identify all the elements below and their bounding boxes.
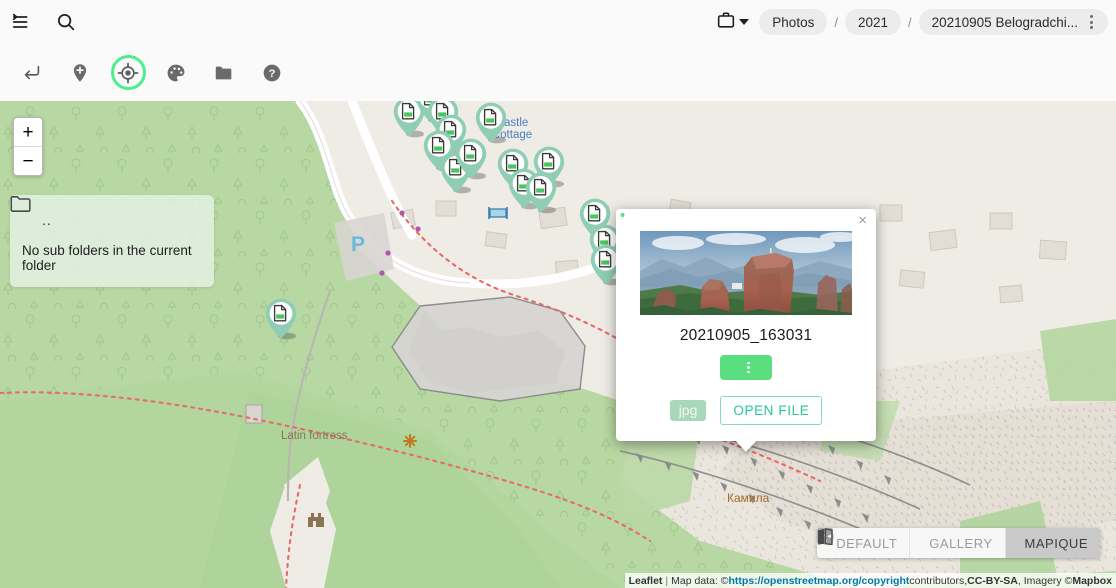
back-icon[interactable] — [8, 49, 56, 97]
svg-text:?: ? — [269, 68, 276, 80]
attribution-imagery[interactable]: Mapbox — [1072, 575, 1112, 587]
open-file-button[interactable]: OPEN FILE — [720, 396, 822, 425]
popup-actions: jpg OPEN FILE — [630, 396, 862, 425]
layer-button-label: DEFAULT — [836, 536, 897, 551]
top-bar: Photos / 2021 / 20210905 Belogradchi... — [0, 0, 1116, 44]
top-bar-left — [0, 0, 88, 44]
close-icon[interactable]: × — [858, 213, 867, 228]
search-icon[interactable] — [44, 0, 88, 44]
app-root: Photos / 2021 / 20210905 Belogradchi... — [0, 0, 1116, 588]
map-attribution: Leaflet | Map data: © https://openstreet… — [625, 573, 1116, 588]
photo-marker[interactable] — [262, 297, 300, 341]
svg-text:P: P — [351, 233, 365, 256]
case-selector[interactable] — [716, 10, 749, 35]
photo-marker[interactable] — [452, 137, 490, 181]
add-location-icon[interactable] — [56, 49, 104, 97]
layer-button-gallery[interactable]: GALLERY — [910, 528, 1005, 558]
zoom-in-button[interactable]: + — [14, 118, 42, 147]
attribution-contributors: contributors, — [909, 575, 967, 587]
breadcrumb-separator: / — [827, 15, 845, 30]
zoom-out-button[interactable]: − — [14, 147, 42, 175]
layer-button-label: GALLERY — [929, 536, 992, 551]
map-toolbar: ? — [0, 44, 1116, 101]
map-canvas[interactable]: P Castle Cottage Latin fortress Камила — [0, 101, 1116, 588]
layer-button-mapique[interactable]: MAPIQUE — [1006, 528, 1100, 558]
help-icon[interactable]: ? — [248, 49, 296, 97]
breadcrumb-label: Photos — [772, 15, 814, 30]
attribution-pipe: | — [662, 575, 671, 587]
folder-up-item[interactable]: .. — [22, 205, 202, 235]
breadcrumb-label: 2021 — [858, 15, 888, 30]
attribution-imagery-prefix: , Imagery © — [1018, 575, 1072, 587]
breadcrumb-item-photos[interactable]: Photos — [759, 9, 827, 35]
photo-popup: × — [616, 209, 876, 441]
photo-thumbnail[interactable] — [640, 231, 852, 315]
chevron-down-icon — [739, 19, 749, 25]
layer-button-label: MAPIQUE — [1025, 536, 1088, 551]
attribution-mapdata: Map data: © — [671, 575, 728, 587]
attribution-license[interactable]: CC-BY-SA — [967, 575, 1018, 587]
viewpoint-icon — [404, 435, 416, 447]
attribution-osm-link[interactable]: https://openstreetmap.org/copyright — [729, 575, 910, 587]
file-extension-badge[interactable]: jpg — [670, 400, 707, 421]
photo-title: 20210905_163031 — [630, 327, 862, 345]
breadcrumb-item-2021[interactable]: 2021 — [845, 9, 901, 35]
breadcrumb-label: 20210905 Belogradchi... — [932, 15, 1078, 30]
folder-icon[interactable] — [200, 49, 248, 97]
palette-icon[interactable] — [152, 49, 200, 97]
photo-pin-button[interactable] — [720, 355, 772, 380]
locate-target-icon[interactable] — [104, 49, 152, 97]
attribution-leaflet[interactable]: Leaflet — [629, 575, 663, 587]
breadcrumb-separator: / — [901, 15, 919, 30]
zoom-control: + − — [13, 117, 43, 176]
more-vertical-icon[interactable] — [747, 362, 750, 374]
photo-marker[interactable] — [522, 171, 560, 215]
folder-panel: .. No sub folders in the current folder — [10, 195, 214, 287]
breadcrumb-item-current[interactable]: 20210905 Belogradchi... — [919, 9, 1108, 35]
briefcase-icon — [716, 10, 736, 35]
folder-up-label: .. — [42, 212, 52, 228]
top-bar-right: Photos / 2021 / 20210905 Belogradchi... — [716, 0, 1108, 44]
more-vertical-icon[interactable] — [1080, 11, 1102, 33]
list-menu-icon[interactable] — [0, 0, 44, 44]
folder-empty-message: No sub folders in the current folder — [22, 243, 202, 273]
layer-switcher: DEFAULT GALLERY — [817, 528, 1100, 558]
breadcrumb: Photos / 2021 / 20210905 Belogradchi... — [759, 9, 1108, 35]
